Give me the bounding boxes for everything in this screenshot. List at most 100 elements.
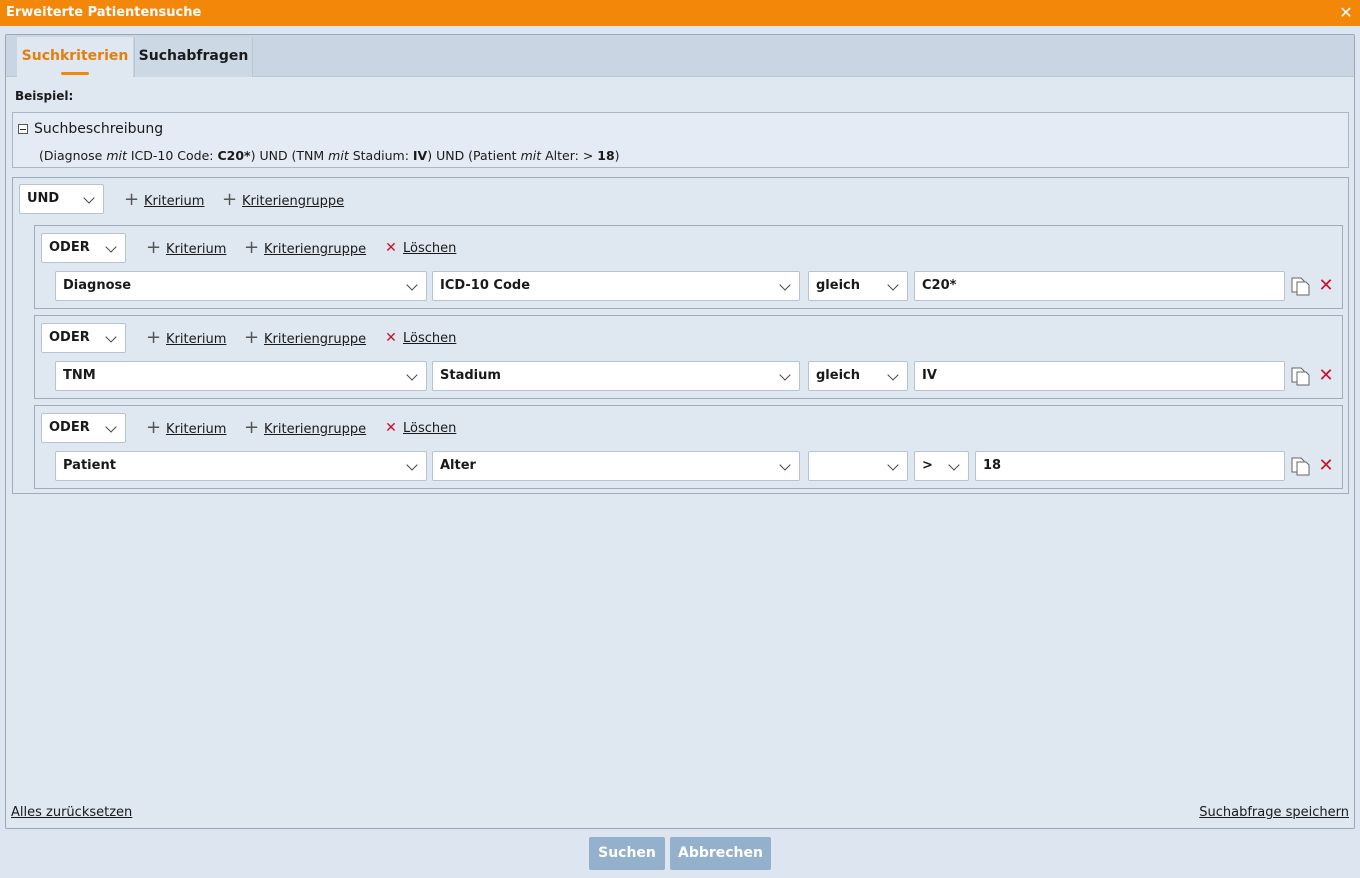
reset-all-link[interactable]: Alles zurücksetzen [11,805,132,820]
tab-label: Suchkriterien [21,48,129,64]
active-tab-indicator [61,72,89,75]
plus-icon: + [124,189,140,210]
tab-suchabfragen[interactable]: Suchabfragen [134,37,253,77]
add-criteria-group-button[interactable]: + Kriteriengruppe [244,418,366,438]
add-criterion-button[interactable]: + Kriterium [146,418,226,438]
comparator-select[interactable]: gleich [808,361,908,391]
plus-icon: + [244,327,260,348]
desc-value: 18 [597,148,615,163]
main-panel: Suchkriterien Suchabfragen Beispiel: Suc… [5,34,1355,829]
delete-criterion-icon[interactable]: ✕ [1318,367,1334,385]
attribute-select[interactable]: ICD-10 Code [432,271,800,301]
desc-part: (Diagnose [39,148,107,163]
desc-part: ) UND (Patient [427,148,521,163]
plus-icon: + [244,417,260,438]
chevron-down-icon [406,369,418,381]
group-operator-select[interactable]: ODER [41,413,126,443]
desc-part: Stadium: [348,148,413,163]
comparator-select[interactable] [808,451,908,481]
select-value: ODER [49,420,90,435]
group-operator-select[interactable]: ODER [41,323,126,353]
delete-group-button[interactable]: ✕ Löschen [384,418,456,438]
search-description-title: Suchbeschreibung [34,121,164,137]
desc-part: ) UND (TNM [250,148,329,163]
add-criteria-group-button[interactable]: + Kriteriengruppe [244,238,366,258]
chevron-down-icon [779,279,791,291]
search-button[interactable]: Suchen [589,837,665,870]
plus-icon: + [244,237,260,258]
criteria-group: ODER + Kriterium + Kriteriengruppe ✕ Lösche… [34,405,1343,489]
value-input[interactable]: IV [914,361,1285,391]
tab-label: Suchabfragen [138,48,249,64]
example-label: Beispiel: [15,89,74,103]
tab-bar: Suchkriterien Suchabfragen [6,35,1354,77]
select-value: ICD-10 Code [440,278,531,293]
root-criteria-group: UND + Kriterium + Kriteriengruppe ODER + Kr… [12,177,1349,494]
add-criteria-group-button[interactable]: + Kriteriengruppe [222,190,344,210]
copy-icon[interactable] [1290,366,1310,386]
action-label: Löschen [403,421,457,436]
delete-icon: ✕ [385,240,397,256]
select-value: Alter [440,458,476,473]
value-input[interactable]: 18 [975,451,1285,481]
action-label: Kriterium [166,422,227,437]
comparator-select[interactable]: gleich [808,271,908,301]
chevron-down-icon [105,241,117,253]
search-description-text: (Diagnose mit ICD-10 Code: C20*) UND (TN… [39,148,620,163]
chevron-down-icon [779,459,791,471]
criteria-group: ODER + Kriterium + Kriteriengruppe ✕ Lösche… [34,315,1343,399]
copy-icon[interactable] [1290,456,1310,476]
plus-icon: + [146,237,162,258]
select-value: Diagnose [63,278,132,293]
delete-icon: ✕ [385,330,397,346]
chevron-down-icon [105,331,117,343]
chevron-down-icon [887,459,899,471]
action-label: Kriterium [166,242,227,257]
group-operator-select[interactable]: ODER [41,233,126,263]
desc-part: Alter: > [541,148,598,163]
action-label: Kriteriengruppe [264,242,367,257]
chevron-down-icon [887,279,899,291]
chevron-down-icon [948,459,960,471]
root-operator-select[interactable]: UND [19,184,104,214]
chevron-down-icon [105,421,117,433]
entity-select[interactable]: TNM [55,361,427,391]
operator-select[interactable]: > [914,451,969,481]
add-criterion-button[interactable]: + Kriterium [146,238,226,258]
close-icon[interactable]: ✕ [1338,0,1354,26]
add-criteria-group-button[interactable]: + Kriteriengruppe [244,328,366,348]
action-label: Kriteriengruppe [242,194,345,209]
desc-part: ICD-10 Code: [126,148,218,163]
desc-value: IV [412,148,428,163]
cancel-button[interactable]: Abbrechen [670,837,771,870]
delete-criterion-icon[interactable]: ✕ [1318,277,1334,295]
action-label: Löschen [403,331,457,346]
tab-suchkriterien[interactable]: Suchkriterien [17,37,133,77]
title-bar: Erweiterte Patientensuche ✕ [0,0,1360,26]
plus-icon: + [146,327,162,348]
entity-select[interactable]: Diagnose [55,271,427,301]
copy-icon[interactable] [1290,276,1310,296]
attribute-select[interactable]: Stadium [432,361,800,391]
desc-value: C20* [217,148,251,163]
add-criterion-button[interactable]: + Kriterium [124,190,204,210]
attribute-select[interactable]: Alter [432,451,800,481]
search-description-box: Suchbeschreibung (Diagnose mit ICD-10 Co… [12,112,1349,168]
save-query-link[interactable]: Suchabfrage speichern [1199,805,1349,820]
select-value: ODER [49,330,90,345]
select-value: ODER [49,240,90,255]
entity-select[interactable]: Patient [55,451,427,481]
delete-group-button[interactable]: ✕ Löschen [384,328,456,348]
collapse-icon[interactable] [18,124,28,134]
chevron-down-icon [83,192,95,204]
action-label: Kriteriengruppe [264,332,367,347]
desc-part: mit [328,148,349,163]
delete-criterion-icon[interactable]: ✕ [1318,457,1334,475]
delete-icon: ✕ [385,420,397,436]
delete-group-button[interactable]: ✕ Löschen [384,238,456,258]
select-value: Stadium [440,368,501,383]
desc-part: mit [106,148,127,163]
value-input[interactable]: C20* [914,271,1285,301]
action-label: Kriterium [144,194,205,209]
add-criterion-button[interactable]: + Kriterium [146,328,226,348]
